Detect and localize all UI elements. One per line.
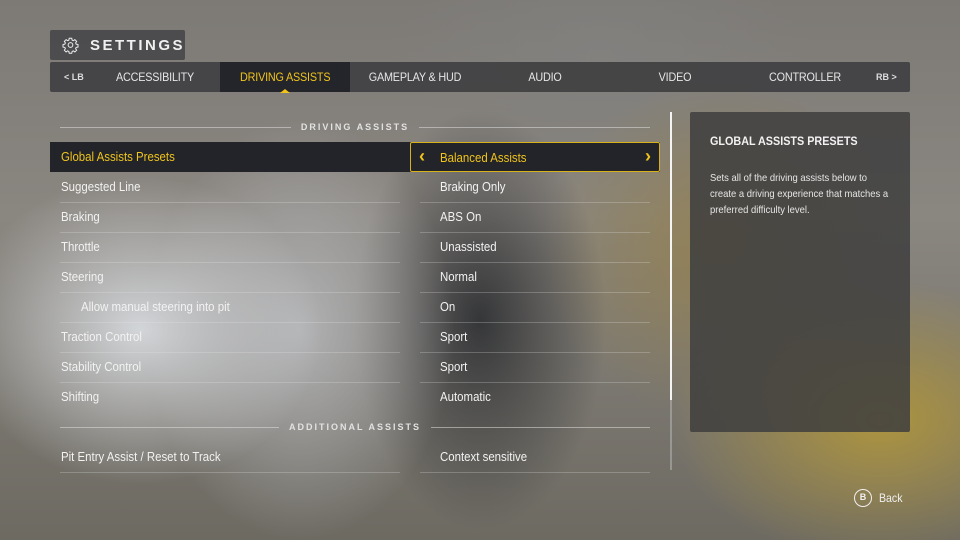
info-panel: GLOBAL ASSISTS PRESETS Sets all of the d… (690, 112, 910, 432)
setting-label: Pit Entry Assist / Reset to Track (61, 449, 221, 464)
setting-row-pit-entry-assist[interactable]: Pit Entry Assist / Reset to Track Contex… (50, 442, 660, 473)
setting-row-global-assists-presets[interactable]: Global Assists Presets ‹ Balanced Assist… (50, 142, 660, 172)
back-label: Back (879, 491, 903, 505)
divider (419, 126, 650, 128)
page-title: SETTINGS (89, 36, 185, 54)
setting-value: ABS On (440, 209, 482, 224)
setting-label: Shifting (61, 389, 100, 404)
setting-label: Traction Control (61, 329, 142, 344)
setting-label: Braking (61, 209, 100, 224)
b-button-icon: B (854, 489, 872, 507)
setting-value: Automatic (440, 389, 491, 404)
setting-label: Throttle (61, 239, 100, 254)
divider (60, 126, 291, 128)
gear-icon (62, 37, 79, 54)
divider (420, 472, 650, 473)
setting-label: Global Assists Presets (61, 149, 175, 164)
setting-row-manual-steering-pit[interactable]: Allow manual steering into pit On (50, 292, 660, 323)
setting-value: Context sensitive (440, 449, 528, 464)
section-header-additional-assists: ADDITIONAL ASSISTS (60, 421, 651, 433)
setting-row-throttle[interactable]: Throttle Unassisted (50, 232, 660, 263)
setting-value: On (440, 299, 456, 314)
setting-value: Sport (440, 359, 468, 374)
info-title: GLOBAL ASSISTS PRESETS (710, 134, 858, 148)
scrollbar-thumb[interactable] (670, 112, 672, 400)
setting-row-stability-control[interactable]: Stability Control Sport (50, 352, 660, 383)
setting-value: Unassisted (440, 239, 497, 254)
setting-label: Stability Control (61, 359, 142, 374)
divider (60, 472, 400, 473)
tab-driving-assists[interactable]: DRIVING ASSISTS (220, 62, 350, 93)
setting-row-braking[interactable]: Braking ABS On (50, 202, 660, 233)
section-header-driving-assists: DRIVING ASSISTS (60, 121, 650, 133)
setting-row-shifting[interactable]: Shifting Automatic (50, 382, 660, 412)
tab-gameplay-hud[interactable]: GAMEPLAY & HUD (357, 62, 474, 92)
value-selector[interactable]: ‹ Balanced Assists › (410, 142, 660, 172)
section-title: DRIVING ASSISTS (300, 122, 410, 132)
setting-value: Normal (440, 269, 477, 284)
tab-bar: < LB ACCESSIBILITY DRIVING ASSISTS GAMEP… (50, 62, 910, 93)
settings-header: SETTINGS (50, 30, 185, 60)
info-description: Sets all of the driving assists below to… (710, 172, 889, 216)
setting-label: Suggested Line (61, 179, 141, 194)
rb-bumper-prompt[interactable]: RB > (876, 62, 897, 92)
setting-row-traction-control[interactable]: Traction Control Sport (50, 322, 660, 353)
setting-value: Sport (440, 329, 468, 344)
tab-accessibility[interactable]: ACCESSIBILITY (106, 62, 205, 92)
tab-controller[interactable]: CONTROLLER (756, 62, 855, 92)
divider (60, 426, 279, 428)
setting-row-suggested-line[interactable]: Suggested Line Braking Only (50, 172, 660, 203)
back-button[interactable]: B Back (854, 488, 906, 508)
tab-label: DRIVING ASSISTS (239, 70, 331, 84)
setting-label: Steering (61, 269, 104, 284)
setting-value: Braking Only (440, 179, 506, 194)
setting-label: Allow manual steering into pit (81, 299, 230, 314)
section-title: ADDITIONAL ASSISTS (289, 422, 422, 432)
setting-row-steering[interactable]: Steering Normal (50, 262, 660, 293)
lb-bumper-prompt[interactable]: < LB (64, 62, 84, 92)
chevron-left-icon[interactable]: ‹ (419, 143, 425, 170)
tab-video[interactable]: VIDEO (626, 62, 725, 92)
setting-value: Balanced Assists (440, 150, 527, 165)
tab-audio[interactable]: AUDIO (496, 62, 595, 92)
chevron-right-icon[interactable]: › (645, 143, 651, 170)
divider (431, 426, 651, 428)
